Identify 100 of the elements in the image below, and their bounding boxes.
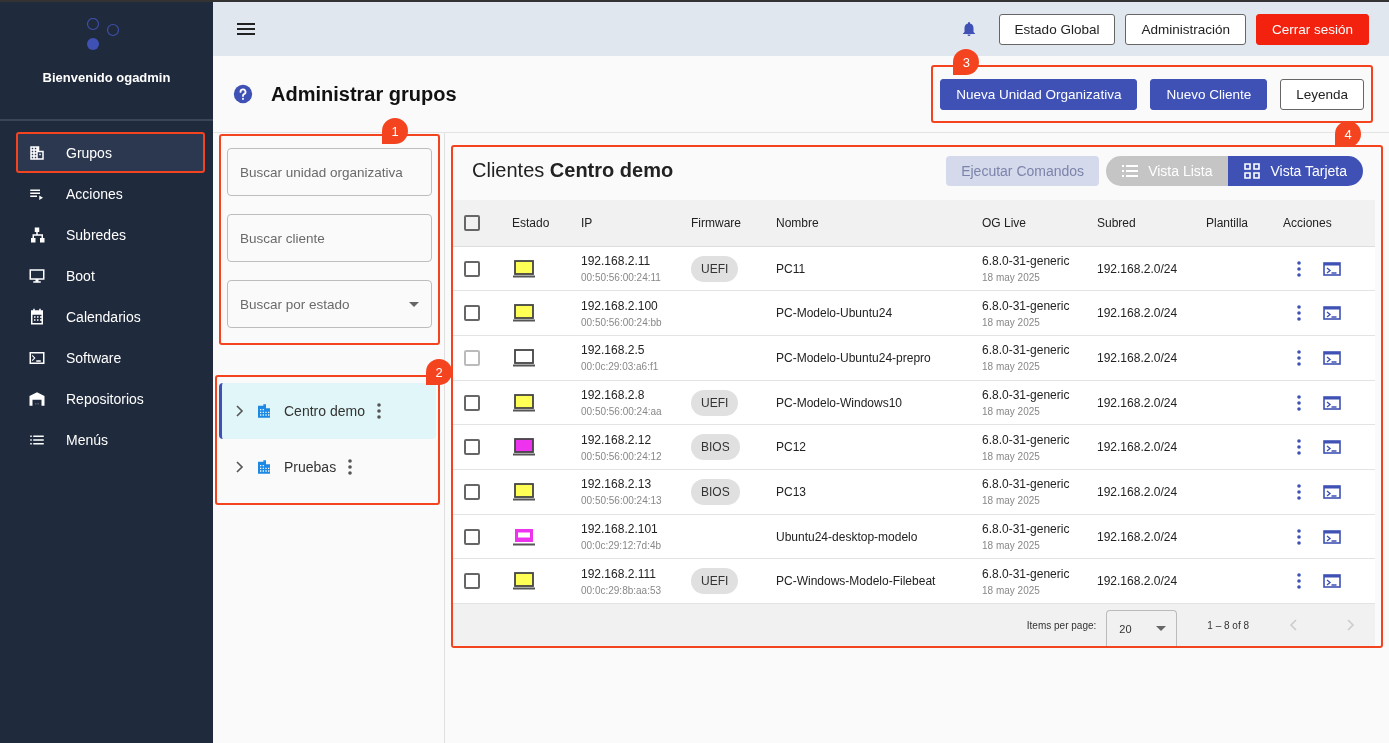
checkbox[interactable]: [464, 260, 480, 277]
client-name: PC11: [776, 261, 807, 276]
checkbox[interactable]: [464, 394, 480, 411]
subnet-text: 192.168.2.0/24: [1097, 484, 1179, 499]
help-icon[interactable]: [233, 84, 253, 104]
more-icon[interactable]: [348, 459, 353, 475]
topbar-button[interactable]: Administración: [1125, 13, 1246, 45]
checkbox[interactable]: [464, 305, 480, 322]
date-text: 18 may 2025: [982, 495, 1041, 507]
building-icon: [28, 143, 46, 162]
caret-icon: [409, 301, 419, 307]
nav-item[interactable]: Repositorios: [16, 378, 205, 419]
checkbox[interactable]: [464, 483, 480, 500]
nav-item[interactable]: Acciones: [16, 173, 205, 214]
firmware-chip: BIOS: [691, 478, 740, 505]
menu-icon[interactable]: [237, 22, 255, 36]
nav-item[interactable]: Software: [16, 337, 205, 378]
firmware-chip: UEFI: [691, 568, 739, 595]
action-button[interactable]: Nuevo Cliente: [1150, 79, 1268, 110]
checkbox[interactable]: [464, 573, 480, 590]
laptop-icon: [512, 258, 536, 279]
date-text: 18 may 2025: [982, 272, 1041, 284]
more-icon[interactable]: [1297, 305, 1301, 322]
nav-item[interactable]: Calendarios: [16, 296, 205, 337]
mac-text: 00:50:56:00:24:12: [581, 450, 663, 462]
action-button[interactable]: Leyenda: [1280, 79, 1364, 110]
ip-text: 192.168.2.11: [581, 254, 652, 269]
status-select[interactable]: Buscar por estado: [227, 280, 432, 328]
search-field[interactable]: Buscar unidad organizativa: [227, 148, 432, 196]
nav-item[interactable]: Subredes: [16, 214, 205, 255]
column-header: Subred: [1097, 216, 1137, 231]
subnet-text: 192.168.2.0/24: [1097, 529, 1179, 544]
ip-text: 192.168.2.12: [581, 432, 653, 447]
firmware-chip: UEFI: [691, 255, 739, 282]
nav-item[interactable]: Boot: [16, 255, 205, 296]
mac-text: 00:0c:29:12:7d:4b: [581, 540, 663, 552]
topbar-button[interactable]: Cerrar sesión: [1255, 13, 1369, 45]
nav-item[interactable]: Menús: [16, 419, 205, 460]
oglive-text: 6.8.0-31-generic: [982, 298, 1071, 313]
ip-text: 192.168.2.111: [581, 566, 657, 581]
more-icon[interactable]: [1297, 394, 1301, 411]
ip-text: 192.168.2.100: [581, 298, 659, 313]
column-header: Acciones: [1283, 216, 1333, 231]
oglive-text: 6.8.0-31-generic: [982, 477, 1071, 492]
laptop-icon: [512, 526, 536, 547]
checkbox[interactable]: [464, 439, 480, 456]
ip-text: 192.168.2.5: [581, 343, 646, 358]
search-field[interactable]: Buscar cliente: [227, 214, 432, 262]
page-size-select[interactable]: 20: [1106, 610, 1178, 647]
callout-badge: 1: [382, 118, 408, 144]
tree-item[interactable]: Centro demo: [219, 383, 436, 439]
more-icon[interactable]: [1297, 260, 1301, 277]
laptop-icon: [512, 303, 536, 324]
nav-item[interactable]: Grupos: [16, 132, 205, 173]
terminal-icon[interactable]: [1323, 306, 1341, 321]
client-name: Ubuntu24-desktop-modelo: [776, 529, 919, 544]
checkbox[interactable]: [464, 215, 480, 232]
calendar-icon: [28, 307, 46, 326]
more-icon[interactable]: [1297, 573, 1301, 590]
caret-icon: [1156, 626, 1167, 632]
oglive-text: 6.8.0-31-generic: [982, 566, 1071, 581]
client-name: PC13: [776, 484, 808, 499]
firmware-chip: UEFI: [691, 389, 739, 416]
chevron-icon: [236, 461, 244, 473]
subnet-text: 192.168.2.0/24: [1097, 261, 1179, 276]
subnet-text: 192.168.2.0/24: [1097, 574, 1179, 589]
terminal-icon[interactable]: [1323, 484, 1341, 499]
page-size-label: Items per page:: [1026, 619, 1097, 631]
laptop-icon: [512, 347, 536, 368]
terminal-icon[interactable]: [1323, 261, 1341, 276]
topbar-button[interactable]: Estado Global: [998, 13, 1116, 45]
more-icon[interactable]: [1297, 528, 1301, 545]
building-icon: [256, 403, 272, 419]
terminal-icon[interactable]: [1323, 350, 1341, 365]
client-name: PC-Modelo-Ubuntu24: [776, 306, 894, 321]
terminal-icon[interactable]: [1323, 395, 1341, 410]
subnet-text: 192.168.2.0/24: [1097, 440, 1179, 455]
action-button[interactable]: Nueva Unidad Organizativa: [940, 79, 1138, 110]
checkbox[interactable]: [464, 528, 480, 545]
ip-text: 192.168.2.101: [581, 522, 659, 537]
oglive-text: 6.8.0-31-generic: [982, 522, 1071, 537]
terminal-icon[interactable]: [1323, 440, 1341, 455]
more-icon[interactable]: [1297, 483, 1301, 500]
client-name: PC-Modelo-Ubuntu24-prepro: [776, 350, 932, 365]
oglive-text: 6.8.0-31-generic: [982, 432, 1071, 447]
tree-item[interactable]: Pruebas: [219, 439, 436, 495]
date-text: 18 may 2025: [982, 406, 1041, 418]
laptop-icon: [512, 571, 536, 592]
more-icon[interactable]: [1297, 349, 1301, 366]
panel-title: Clientes Centro demo: [472, 159, 674, 183]
more-icon[interactable]: [1297, 439, 1301, 456]
oglive-text: 6.8.0-31-generic: [982, 343, 1071, 358]
oglive-text: 6.8.0-31-generic: [982, 388, 1071, 403]
view-toggle[interactable]: Vista Tarjeta: [1228, 155, 1363, 186]
more-icon[interactable]: [376, 403, 381, 419]
bell-icon[interactable]: [962, 22, 975, 36]
page-title: Administrar grupos: [271, 82, 457, 106]
column-header: Plantilla: [1206, 216, 1250, 231]
terminal-icon[interactable]: [1323, 574, 1341, 589]
terminal-icon[interactable]: [1323, 529, 1341, 544]
